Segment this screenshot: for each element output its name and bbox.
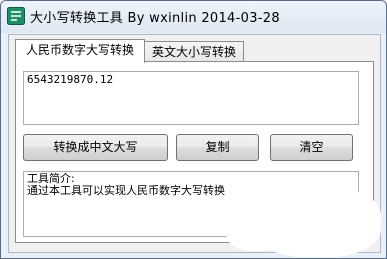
- tab-english-case[interactable]: 英文大小写转换: [144, 41, 244, 63]
- app-window: 大小写转换工具 By wxinlin 2014-03-28 人民币数字大写转换 …: [0, 0, 387, 259]
- convert-button-label: 转换成中文大写: [53, 140, 138, 154]
- amount-input[interactable]: 6543219870.12: [23, 71, 359, 125]
- tab-label: 英文大小写转换: [151, 45, 236, 59]
- title-bar[interactable]: 大小写转换工具 By wxinlin 2014-03-28: [1, 1, 386, 33]
- copy-button-label: 复制: [205, 140, 230, 154]
- clear-button-label: 清空: [299, 140, 324, 154]
- convert-button[interactable]: 转换成中文大写: [23, 134, 168, 161]
- clear-button[interactable]: 清空: [270, 134, 353, 161]
- tab-label: 人民币数字大写转换: [25, 43, 134, 57]
- app-icon: [7, 7, 25, 25]
- redaction-blot: [226, 206, 286, 251]
- tab-rmb-uppercase[interactable]: 人民币数字大写转换: [15, 39, 145, 63]
- copy-button[interactable]: 复制: [176, 134, 259, 161]
- window-title: 大小写转换工具 By wxinlin 2014-03-28: [30, 11, 280, 26]
- amount-input-value: 6543219870.12: [27, 73, 114, 86]
